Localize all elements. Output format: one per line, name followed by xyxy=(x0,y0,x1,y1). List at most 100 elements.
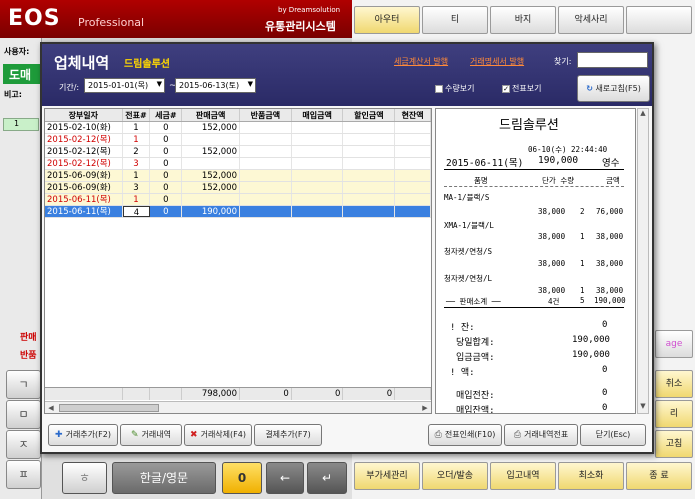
receipt-item-name: 청자켓/연청/L xyxy=(444,274,493,283)
cell-discount xyxy=(343,122,396,133)
print-slip-button[interactable]: ⎙ 전표인쇄(F10) xyxy=(428,424,502,446)
scroll-right-icon[interactable]: ▶ xyxy=(419,402,431,413)
col-sale[interactable]: 판매금액 xyxy=(182,109,240,121)
menu-ri[interactable]: 리 xyxy=(655,400,693,428)
search-input[interactable] xyxy=(577,52,648,68)
col-return[interactable]: 반품금액 xyxy=(240,109,292,121)
memo-label: 비고: xyxy=(4,90,22,99)
cell-purchase xyxy=(292,182,344,193)
backspace-key[interactable]: ← xyxy=(266,462,304,494)
menu-receiving[interactable]: 입고내역 xyxy=(490,462,556,490)
delete-transaction-button[interactable]: ✖ 거래삭제(F4) xyxy=(184,424,252,446)
col-purchase[interactable]: 매입금액 xyxy=(292,109,344,121)
menu-refresh[interactable]: 고침 xyxy=(655,430,693,458)
menu-order[interactable]: 오더/발송 xyxy=(422,462,488,490)
table-row[interactable]: 2015-06-11(목) 1 0 xyxy=(45,194,431,206)
receipt-scrollbar[interactable]: ▲ ▼ xyxy=(637,108,649,414)
show-qty-checkbox[interactable]: 수량보기 xyxy=(435,83,474,94)
delete-icon: ✖ xyxy=(190,430,198,440)
cell-balance xyxy=(395,122,431,133)
table-row[interactable]: 2015-06-09(화) 1 0 152,000 xyxy=(45,170,431,182)
col-tax[interactable]: 세금# xyxy=(150,109,183,121)
menu-tee[interactable]: 티 xyxy=(422,6,488,34)
col-slip[interactable]: 전표# xyxy=(123,109,151,121)
menu-cancel[interactable]: 취소 xyxy=(655,370,693,398)
enter-key[interactable]: ↵ xyxy=(307,462,347,494)
cell-discount xyxy=(343,170,396,181)
show-slip-checkbox[interactable]: ✓ 전표보기 xyxy=(502,83,541,94)
cell-tax: 0 xyxy=(150,206,183,217)
scroll-down-icon[interactable]: ▼ xyxy=(638,402,648,413)
key-p[interactable]: ㅍ xyxy=(6,460,41,489)
add-transaction-button[interactable]: ✚ 거래추가(F2) xyxy=(48,424,118,446)
total-sale: 798,000 xyxy=(182,388,240,400)
cell-date: 2015-06-09(화) xyxy=(45,182,123,193)
menu-minimize[interactable]: 최소화 xyxy=(558,462,624,490)
chevron-down-icon: ▼ xyxy=(247,80,253,88)
transaction-history-button[interactable]: ✎ 거래내역 xyxy=(120,424,182,446)
col-date[interactable]: 장부일자 xyxy=(45,109,123,121)
printer-icon: ⎙ xyxy=(434,430,442,440)
checkbox-checked-icon: ✓ xyxy=(502,84,510,93)
cell-date: 2015-02-10(화) xyxy=(45,122,123,133)
receipt-date: 2015-06-11(목) xyxy=(446,158,524,169)
app-header: EOS Professional by Dreamsolution 유통관리시스… xyxy=(0,0,352,38)
table-row[interactable]: 2015-02-12(목) 2 0 152,000 xyxy=(45,146,431,158)
print-history-button[interactable]: ⎙ 거래내역전표 xyxy=(504,424,578,446)
total-discount: 0 xyxy=(343,388,396,400)
company-name: 드림솔루션 xyxy=(124,59,170,70)
table-row[interactable]: 2015-02-10(화) 1 0 152,000 xyxy=(45,122,431,134)
menu-page[interactable]: age xyxy=(655,330,693,358)
lang-toggle-button[interactable]: 한글/영문 xyxy=(112,462,216,494)
key-j[interactable]: ㅈ xyxy=(6,430,41,459)
menu-pants[interactable]: 바지 xyxy=(490,6,556,34)
cell-discount xyxy=(343,182,396,193)
scroll-up-icon[interactable]: ▲ xyxy=(638,109,648,120)
key-g[interactable]: ㄱ xyxy=(6,370,41,399)
table-row[interactable]: 2015-02-12(목) 1 0 xyxy=(45,134,431,146)
key-m[interactable]: ㅁ xyxy=(6,400,41,429)
cell-date: 2015-06-11(목) xyxy=(45,206,123,217)
cell-tax: 0 xyxy=(150,170,183,181)
menu-exit[interactable]: 종 료 xyxy=(626,462,692,490)
statement-link[interactable]: 거래명세서 발행 xyxy=(470,56,524,67)
cell-slip: 4 xyxy=(122,206,151,217)
tax-invoice-link[interactable]: 세금계산서 발행 xyxy=(394,56,448,67)
table-row[interactable]: 2015-06-11(목) 4 0 190,000 xyxy=(45,206,431,218)
zero-key[interactable]: 0 xyxy=(222,462,262,494)
cell-balance xyxy=(395,182,431,193)
date-from-select[interactable]: 2015-01-01(목) ▼ xyxy=(84,78,165,93)
cell-purchase xyxy=(292,194,344,205)
add-payment-button[interactable]: 결제추가(F7) xyxy=(254,424,322,446)
cell-slip: 1 xyxy=(123,134,151,145)
cell-return xyxy=(240,122,292,133)
scroll-left-icon[interactable]: ◀ xyxy=(45,402,57,413)
receipt-subtotal-label: ── 판매소계 ── xyxy=(446,297,501,306)
menu-outer[interactable]: 아우터 xyxy=(354,6,420,34)
cell-date: 2015-06-11(목) xyxy=(45,194,123,205)
cell-return xyxy=(240,206,292,217)
date-to-select[interactable]: 2015-06-13(토) ▼ xyxy=(175,78,256,93)
left-grid-row[interactable]: 1 xyxy=(3,118,39,131)
menu-blank[interactable] xyxy=(626,6,692,34)
receipt-item-name: XMA-1/블랙/L xyxy=(444,221,494,230)
col-discount[interactable]: 할인금액 xyxy=(343,109,396,121)
refresh-button[interactable]: ↻ 새로고침(F5) xyxy=(577,75,650,102)
cell-balance xyxy=(395,206,431,217)
receipt-amount: 190,000 xyxy=(538,155,579,166)
scroll-thumb[interactable] xyxy=(59,404,159,412)
role-button[interactable]: 도매 xyxy=(3,64,41,84)
key-h[interactable]: ㅎ xyxy=(62,462,107,494)
search-label: 찾기: xyxy=(554,57,572,66)
date-from-value: 2015-01-01(목) xyxy=(88,81,149,90)
horizontal-scrollbar[interactable]: ◀ ▶ xyxy=(45,401,431,413)
menu-vat[interactable]: 부가세관리 xyxy=(354,462,420,490)
table-row[interactable]: 2015-06-09(화) 3 0 152,000 xyxy=(45,182,431,194)
table-row[interactable]: 2015-02-12(목) 3 0 xyxy=(45,158,431,170)
receipt-item-name: MA-1/블랙/S xyxy=(444,193,490,202)
col-balance[interactable]: 현잔액 xyxy=(395,109,431,121)
close-button[interactable]: 닫기(Esc) xyxy=(580,424,646,446)
menu-accessory[interactable]: 악세사리 xyxy=(558,6,624,34)
return-label: 반품 xyxy=(20,351,37,361)
receipt-kind: 영수 xyxy=(602,158,620,169)
